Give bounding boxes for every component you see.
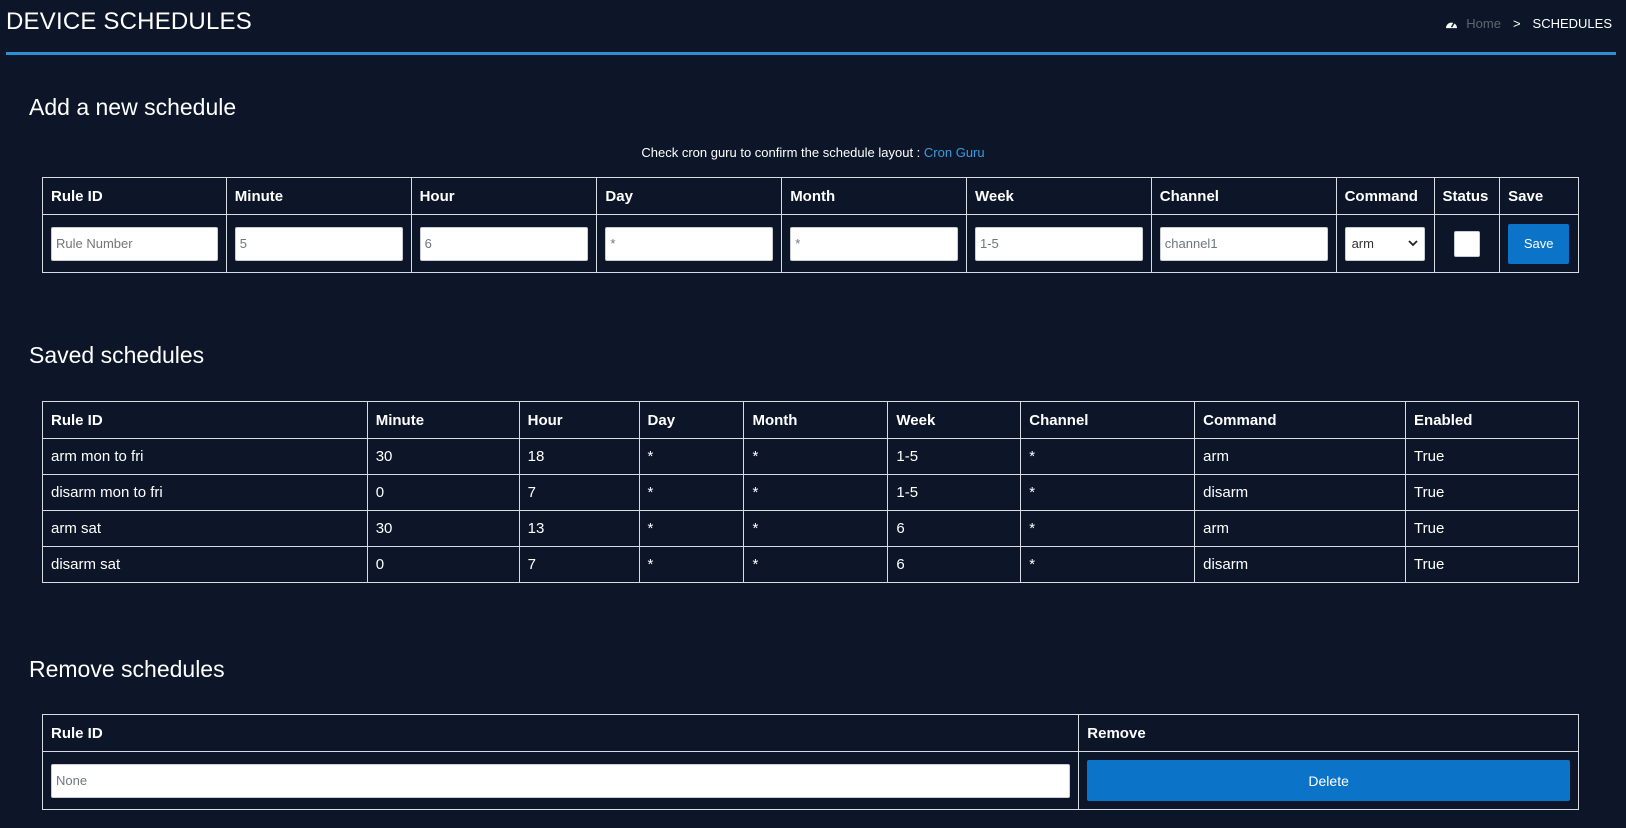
table-cell: * xyxy=(743,474,889,511)
table-cell: 30 xyxy=(366,438,520,475)
cron-hint-text: Check cron guru to confirm the schedule … xyxy=(641,145,921,160)
page-title: DEVICE SCHEDULES xyxy=(6,8,252,35)
breadcrumb-separator: > xyxy=(1512,16,1521,31)
hour-input[interactable] xyxy=(419,226,589,261)
command-select-value: arm xyxy=(1351,236,1374,251)
top-bar: DEVICE SCHEDULES Home > SCHEDULES xyxy=(6,0,1616,55)
column-header: Week xyxy=(965,177,1152,215)
saved-schedules-table: Rule ID Minute Hour Day Month Week Chann… xyxy=(42,401,1579,583)
remove-table-header-row: Rule ID Remove xyxy=(41,714,1579,752)
table-cell: * xyxy=(1020,438,1196,475)
add-schedule-table: Rule ID Minute Hour Day Month Week Chann… xyxy=(42,177,1579,273)
remove-table-input-row: Delete xyxy=(41,751,1579,810)
breadcrumb: Home > SCHEDULES xyxy=(1445,16,1612,31)
column-header: Hour xyxy=(518,401,640,439)
column-header: Rule ID xyxy=(41,714,1080,752)
cron-guru-link[interactable]: Cron Guru xyxy=(924,145,985,160)
table-cell: * xyxy=(638,474,745,511)
dashboard-icon xyxy=(1446,22,1458,29)
add-table-header-row: Rule ID Minute Hour Day Month Week Chann… xyxy=(42,177,1579,215)
command-select[interactable]: arm xyxy=(1344,226,1425,261)
status-checkbox[interactable] xyxy=(1453,230,1480,257)
column-header: Remove xyxy=(1078,714,1579,752)
column-header: Command xyxy=(1335,177,1435,215)
remove-rule-id-input[interactable] xyxy=(51,763,1071,798)
table-cell: disarm xyxy=(1194,546,1407,583)
table-cell: * xyxy=(1020,546,1196,583)
column-header: Minute xyxy=(366,401,520,439)
column-header: Status xyxy=(1433,177,1501,215)
breadcrumb-home-link[interactable]: Home xyxy=(1466,16,1501,31)
column-header: Rule ID xyxy=(42,177,227,215)
table-cell: * xyxy=(638,438,745,475)
table-cell: 7 xyxy=(518,546,640,583)
table-cell: 0 xyxy=(366,546,520,583)
breadcrumb-current: SCHEDULES xyxy=(1532,16,1612,31)
table-cell: 18 xyxy=(518,438,640,475)
table-cell: 0 xyxy=(366,474,520,511)
chevron-down-icon xyxy=(1407,240,1418,247)
saved-schedules-title: Saved schedules xyxy=(29,342,205,368)
column-header: Month xyxy=(781,177,967,215)
table-cell: arm xyxy=(1194,438,1407,475)
minute-input[interactable] xyxy=(234,226,403,261)
table-cell: True xyxy=(1405,438,1579,475)
table-cell: * xyxy=(1020,474,1196,511)
table-cell: 6 xyxy=(887,510,1022,547)
week-input[interactable] xyxy=(974,226,1143,261)
table-cell: arm xyxy=(1194,510,1407,547)
column-header: Month xyxy=(743,401,889,439)
column-header: Day xyxy=(638,401,745,439)
add-schedule-title: Add a new schedule xyxy=(29,94,237,120)
channel-input[interactable] xyxy=(1159,226,1328,261)
table-cell: 6 xyxy=(887,546,1022,583)
save-button[interactable]: Save xyxy=(1508,223,1570,264)
cron-hint: Check cron guru to confirm the schedule … xyxy=(0,145,1626,160)
remove-schedule-table: Rule ID Remove Delete xyxy=(41,714,1579,810)
column-header: Channel xyxy=(1150,177,1337,215)
month-input[interactable] xyxy=(790,226,958,261)
table-cell: disarm mon to fri xyxy=(42,474,368,511)
add-table-input-row: arm Save xyxy=(42,214,1579,273)
column-header: Channel xyxy=(1020,401,1196,439)
saved-table-header-row: Rule ID Minute Hour Day Month Week Chann… xyxy=(42,401,1579,439)
table-row: disarm sat 0 7 * * 6 * disarm True xyxy=(42,546,1579,583)
table-cell: 30 xyxy=(366,510,520,547)
table-cell: True xyxy=(1405,474,1579,511)
table-cell: * xyxy=(1020,510,1196,547)
column-header: Save xyxy=(1499,177,1579,215)
table-cell: * xyxy=(743,546,889,583)
table-cell: * xyxy=(638,510,745,547)
table-cell: * xyxy=(638,546,745,583)
table-cell: disarm xyxy=(1194,474,1407,511)
table-cell: True xyxy=(1405,510,1579,547)
table-cell: 7 xyxy=(518,474,640,511)
column-header: Command xyxy=(1194,401,1407,439)
column-header: Hour xyxy=(410,177,598,215)
column-header: Day xyxy=(596,177,783,215)
column-header: Rule ID xyxy=(42,401,368,439)
table-cell: arm mon to fri xyxy=(42,438,368,475)
table-cell: * xyxy=(743,510,889,547)
column-header: Enabled xyxy=(1405,401,1579,439)
column-header: Minute xyxy=(225,177,412,215)
column-header: Week xyxy=(887,401,1022,439)
day-input[interactable] xyxy=(605,226,774,261)
table-cell: 1-5 xyxy=(887,474,1022,511)
table-cell: True xyxy=(1405,546,1579,583)
table-cell: * xyxy=(743,438,889,475)
table-row: arm mon to fri 30 18 * * 1-5 * arm True xyxy=(42,438,1579,475)
table-cell: 13 xyxy=(518,510,640,547)
table-row: disarm mon to fri 0 7 * * 1-5 * disarm T… xyxy=(42,474,1579,511)
delete-button[interactable]: Delete xyxy=(1087,760,1570,801)
rule-id-input[interactable] xyxy=(51,226,218,261)
table-cell: 1-5 xyxy=(887,438,1022,475)
table-row: arm sat 30 13 * * 6 * arm True xyxy=(42,510,1579,547)
table-cell: disarm sat xyxy=(42,546,368,583)
remove-schedules-title: Remove schedules xyxy=(29,656,225,682)
table-cell: arm sat xyxy=(42,510,368,547)
